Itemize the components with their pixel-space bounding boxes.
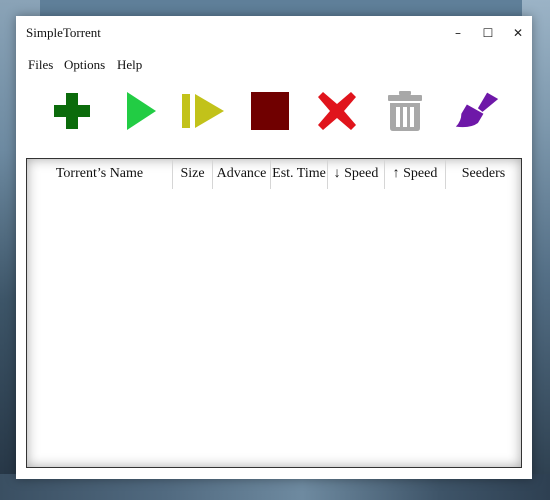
title-bar[interactable]: SimpleTorrent – ☐ ✕ xyxy=(16,16,532,50)
close-button[interactable]: ✕ xyxy=(503,16,533,50)
stop-icon xyxy=(251,92,289,130)
trash-icon xyxy=(388,91,422,131)
app-window: SimpleTorrent – ☐ ✕ Files Options Help T… xyxy=(16,16,532,479)
menu-options[interactable]: Options xyxy=(64,57,105,73)
resume-button[interactable] xyxy=(180,88,226,134)
menu-help[interactable]: Help xyxy=(117,57,142,73)
delete-button[interactable] xyxy=(382,88,428,134)
remove-button[interactable] xyxy=(314,88,360,134)
remove-icon xyxy=(318,92,356,130)
clean-icon xyxy=(455,92,499,128)
play-icon xyxy=(127,92,156,130)
minimize-button[interactable]: – xyxy=(443,16,473,50)
start-button[interactable] xyxy=(118,88,164,134)
menu-bar: Files Options Help xyxy=(16,54,532,76)
column-header-seeders[interactable]: Seeders xyxy=(446,159,521,189)
stop-button[interactable] xyxy=(247,88,293,134)
column-header-size[interactable]: Size xyxy=(173,159,213,189)
maximize-icon: ☐ xyxy=(482,26,494,40)
torrent-list-header: Torrent’s Name Size Advance Est. Time ↓ … xyxy=(27,159,521,189)
column-header-est-time[interactable]: Est. Time xyxy=(271,159,328,189)
torrent-list[interactable]: Torrent’s Name Size Advance Est. Time ↓ … xyxy=(26,158,522,468)
add-icon xyxy=(54,93,90,129)
resume-icon xyxy=(182,94,224,128)
column-header-advance[interactable]: Advance xyxy=(213,159,271,189)
minimize-icon: – xyxy=(455,26,461,40)
toolbar xyxy=(16,88,532,138)
close-icon: ✕ xyxy=(512,26,524,40)
column-header-down-speed[interactable]: ↓ Speed xyxy=(328,159,385,189)
clean-button[interactable] xyxy=(454,88,500,134)
maximize-button[interactable]: ☐ xyxy=(473,16,503,50)
window-title: SimpleTorrent xyxy=(26,25,101,40)
column-header-name[interactable]: Torrent’s Name xyxy=(27,159,173,189)
column-header-up-speed[interactable]: ↑ Speed xyxy=(385,159,446,189)
menu-files[interactable]: Files xyxy=(28,57,53,73)
add-torrent-button[interactable] xyxy=(49,88,95,134)
